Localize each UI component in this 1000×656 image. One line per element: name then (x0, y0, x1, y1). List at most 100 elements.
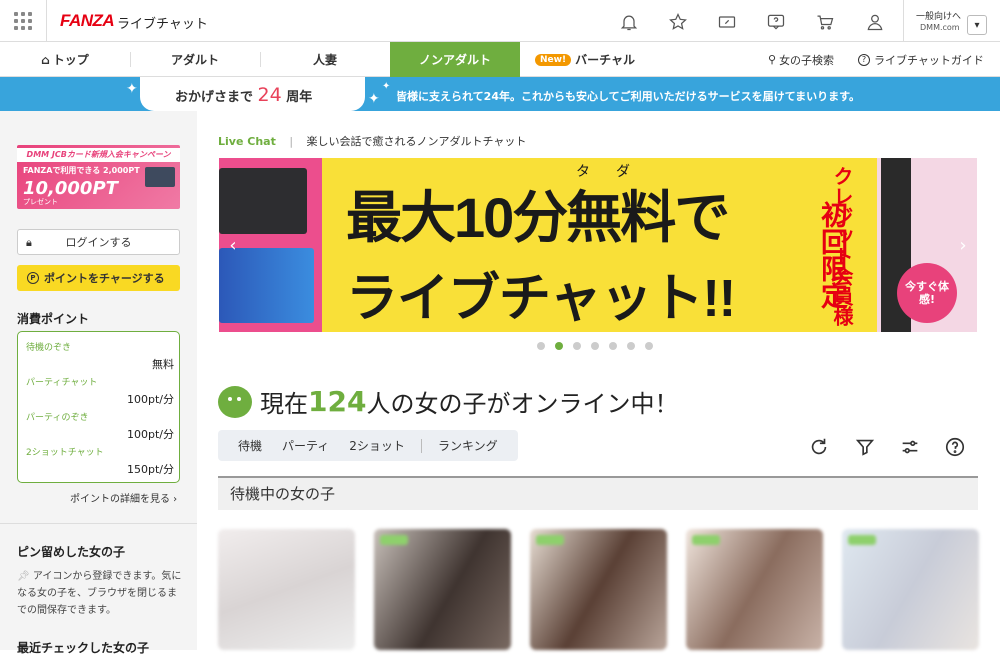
breadcrumb: Live Chat | 楽しい会話で癒されるノンアダルトチャット (218, 133, 526, 149)
user-icon[interactable] (864, 11, 886, 33)
promo-line2: FANZAで利用できる 2,000PT (23, 166, 140, 175)
girl-search-link[interactable]: ⚲ 女の子検索 (768, 42, 834, 77)
pinned-description: 📌︎ アイコンから登録できます。気になる女の子を、ブラウザを閉じるまでの間保存で… (17, 568, 182, 619)
recent-title: 最近チェックした女の子 (17, 641, 150, 655)
points-value: 無料 (152, 358, 174, 371)
apps-grid-icon[interactable] (14, 12, 32, 30)
girl-list (218, 529, 979, 650)
nav-nonadult[interactable]: ノンアダルト (390, 42, 520, 77)
nav-adult[interactable]: アダルト (130, 42, 260, 77)
carousel-dot[interactable] (591, 342, 599, 350)
points-label: パーティチャット (26, 378, 98, 388)
login-label: ログインする (65, 236, 132, 249)
promo-title: DMM JCBカード新規入会キャンペーン (17, 148, 180, 162)
help-icon[interactable] (765, 11, 787, 33)
guide-link[interactable]: ? ライブチャットガイド (858, 42, 984, 77)
girl-search-label: 女の子検索 (779, 53, 835, 67)
general-link[interactable]: 一般向けへ (916, 9, 961, 22)
status-badge (536, 535, 564, 545)
filter-icon[interactable] (853, 435, 877, 459)
online-prefix: 現在 (260, 390, 308, 418)
cart-icon[interactable] (814, 11, 836, 33)
anniv-suffix: 周年 (286, 90, 313, 105)
girl-thumbnail[interactable] (374, 529, 511, 650)
top-bar: FANZA ライブチャット 一般向けへ DMM.com ▾ (0, 0, 1000, 42)
star-icon[interactable] (667, 11, 689, 33)
girl-thumbnail[interactable] (218, 529, 355, 650)
chat-face-icon (218, 385, 252, 418)
sparkle-icon: ✦ (382, 81, 391, 92)
point-coin-icon: P (27, 272, 39, 284)
anniversary-message: 皆様に支えられて24年。これからも安心してご利用いただけるサービスを届けてまいり… (396, 90, 860, 103)
anniversary-banner[interactable]: ✦ ✦ ✦ おかげさまで 24 周年 皆様に支えられて24年。これからも安心して… (0, 77, 1000, 111)
status-badge (692, 535, 720, 545)
points-row: 2ショットチャット 150pt/分 (26, 445, 174, 479)
sparkle-icon: ✦ (126, 81, 138, 97)
nav-top-label: トップ (52, 53, 89, 67)
chevron-left-icon[interactable]: ‹ (219, 220, 247, 270)
girl-thumbnail[interactable] (842, 529, 979, 650)
sliders-icon[interactable] (898, 435, 922, 459)
guide-label: ライブチャットガイド (874, 53, 984, 67)
carousel-dot[interactable] (645, 342, 653, 350)
divider (420, 438, 422, 453)
nav-virtual[interactable]: New! バーチャル (520, 42, 650, 77)
category-nav: ⌂ トップ アダルト 人妻 ノンアダルト New! バーチャル ⚲ 女の子検索 … (0, 42, 1000, 77)
status-badge (848, 535, 876, 545)
promo-amount: 10,000PT (23, 178, 118, 199)
try-now-bubble: 今すぐ体感! (897, 263, 957, 323)
chevron-down-icon[interactable]: ▾ (967, 15, 987, 35)
points-row: パーティのぞき 100pt/分 (26, 410, 174, 444)
banner-credit-members: クレジット会員様 (830, 166, 854, 326)
app-name[interactable]: ライブチャット (117, 13, 208, 32)
pinned-desc-text: アイコンから登録できます。気になる女の子を、ブラウザを閉じるまでの間保存できます… (17, 571, 182, 616)
girl-thumbnail[interactable] (530, 529, 667, 650)
nav-hitozuma[interactable]: 人妻 (260, 42, 390, 77)
points-row: パーティチャット 100pt/分 (26, 375, 174, 409)
refresh-icon[interactable] (807, 435, 831, 459)
sparkle-icon: ✦ (368, 91, 380, 107)
nav-top[interactable]: ⌂ トップ (0, 42, 130, 77)
points-label: 2ショットチャット (26, 448, 104, 458)
status-badge (380, 535, 408, 545)
dmm-com-label: DMM.com (920, 23, 960, 32)
carousel-dots (537, 342, 653, 350)
anniv-number: 24 (257, 84, 282, 106)
tab-waiting[interactable]: 待機 (238, 437, 262, 454)
sidebar: DMM JCBカード新規入会キャンペーン FANZAで利用できる 2,000PT… (0, 111, 197, 655)
account-switch[interactable]: 一般向けへ DMM.com ▾ (903, 0, 1000, 42)
charge-label: ポイントをチャージする (44, 272, 165, 285)
tab-two-shot[interactable]: 2ショット (349, 437, 405, 454)
points-value: 100pt/分 (127, 393, 174, 406)
charge-points-button[interactable]: P ポイントをチャージする (17, 265, 180, 291)
carousel-dot-active[interactable] (555, 342, 563, 350)
online-count: 124 (308, 385, 367, 418)
login-button[interactable]: 🔒︎ ログインする (17, 229, 180, 255)
coupon-icon[interactable] (716, 11, 738, 33)
carousel-dot[interactable] (609, 342, 617, 350)
girl-thumbnail[interactable] (686, 529, 823, 650)
fanza-logo[interactable]: FANZA (60, 11, 115, 31)
divider (0, 523, 197, 524)
tab-party[interactable]: パーティ (282, 437, 329, 454)
banner-line2: ライブチャット!! (346, 270, 736, 328)
bell-icon[interactable] (618, 11, 640, 33)
carousel-dot[interactable] (537, 342, 545, 350)
breadcrumb-label: Live Chat (218, 135, 276, 148)
points-value: 100pt/分 (127, 428, 174, 441)
pin-icon: 📌︎ (17, 571, 30, 582)
points-label: 待機のぞき (26, 343, 72, 353)
points-detail-link[interactable]: ポイントの詳細を見る › (70, 490, 177, 505)
chevron-right-icon[interactable]: › (949, 220, 977, 270)
tab-ranking[interactable]: ランキング (438, 437, 498, 454)
jcb-campaign-banner[interactable]: DMM JCBカード新規入会キャンペーン FANZAで利用できる 2,000PT… (17, 145, 180, 209)
home-icon: ⌂ (41, 52, 50, 67)
section-title: 待機中の女の子 (218, 476, 978, 510)
help-circle-icon[interactable] (943, 435, 967, 459)
carousel-dot[interactable] (573, 342, 581, 350)
nav-virtual-label: バーチャル (575, 53, 635, 67)
carousel-dot[interactable] (627, 342, 635, 350)
promo-carousel[interactable]: タダ 最大10分無料で ライブチャット!! 初回限定 クレジット会員様 今すぐ体… (219, 158, 977, 332)
pinned-title: ピン留めした女の子 (17, 545, 126, 559)
lock-icon: 🔒︎ (26, 236, 32, 249)
